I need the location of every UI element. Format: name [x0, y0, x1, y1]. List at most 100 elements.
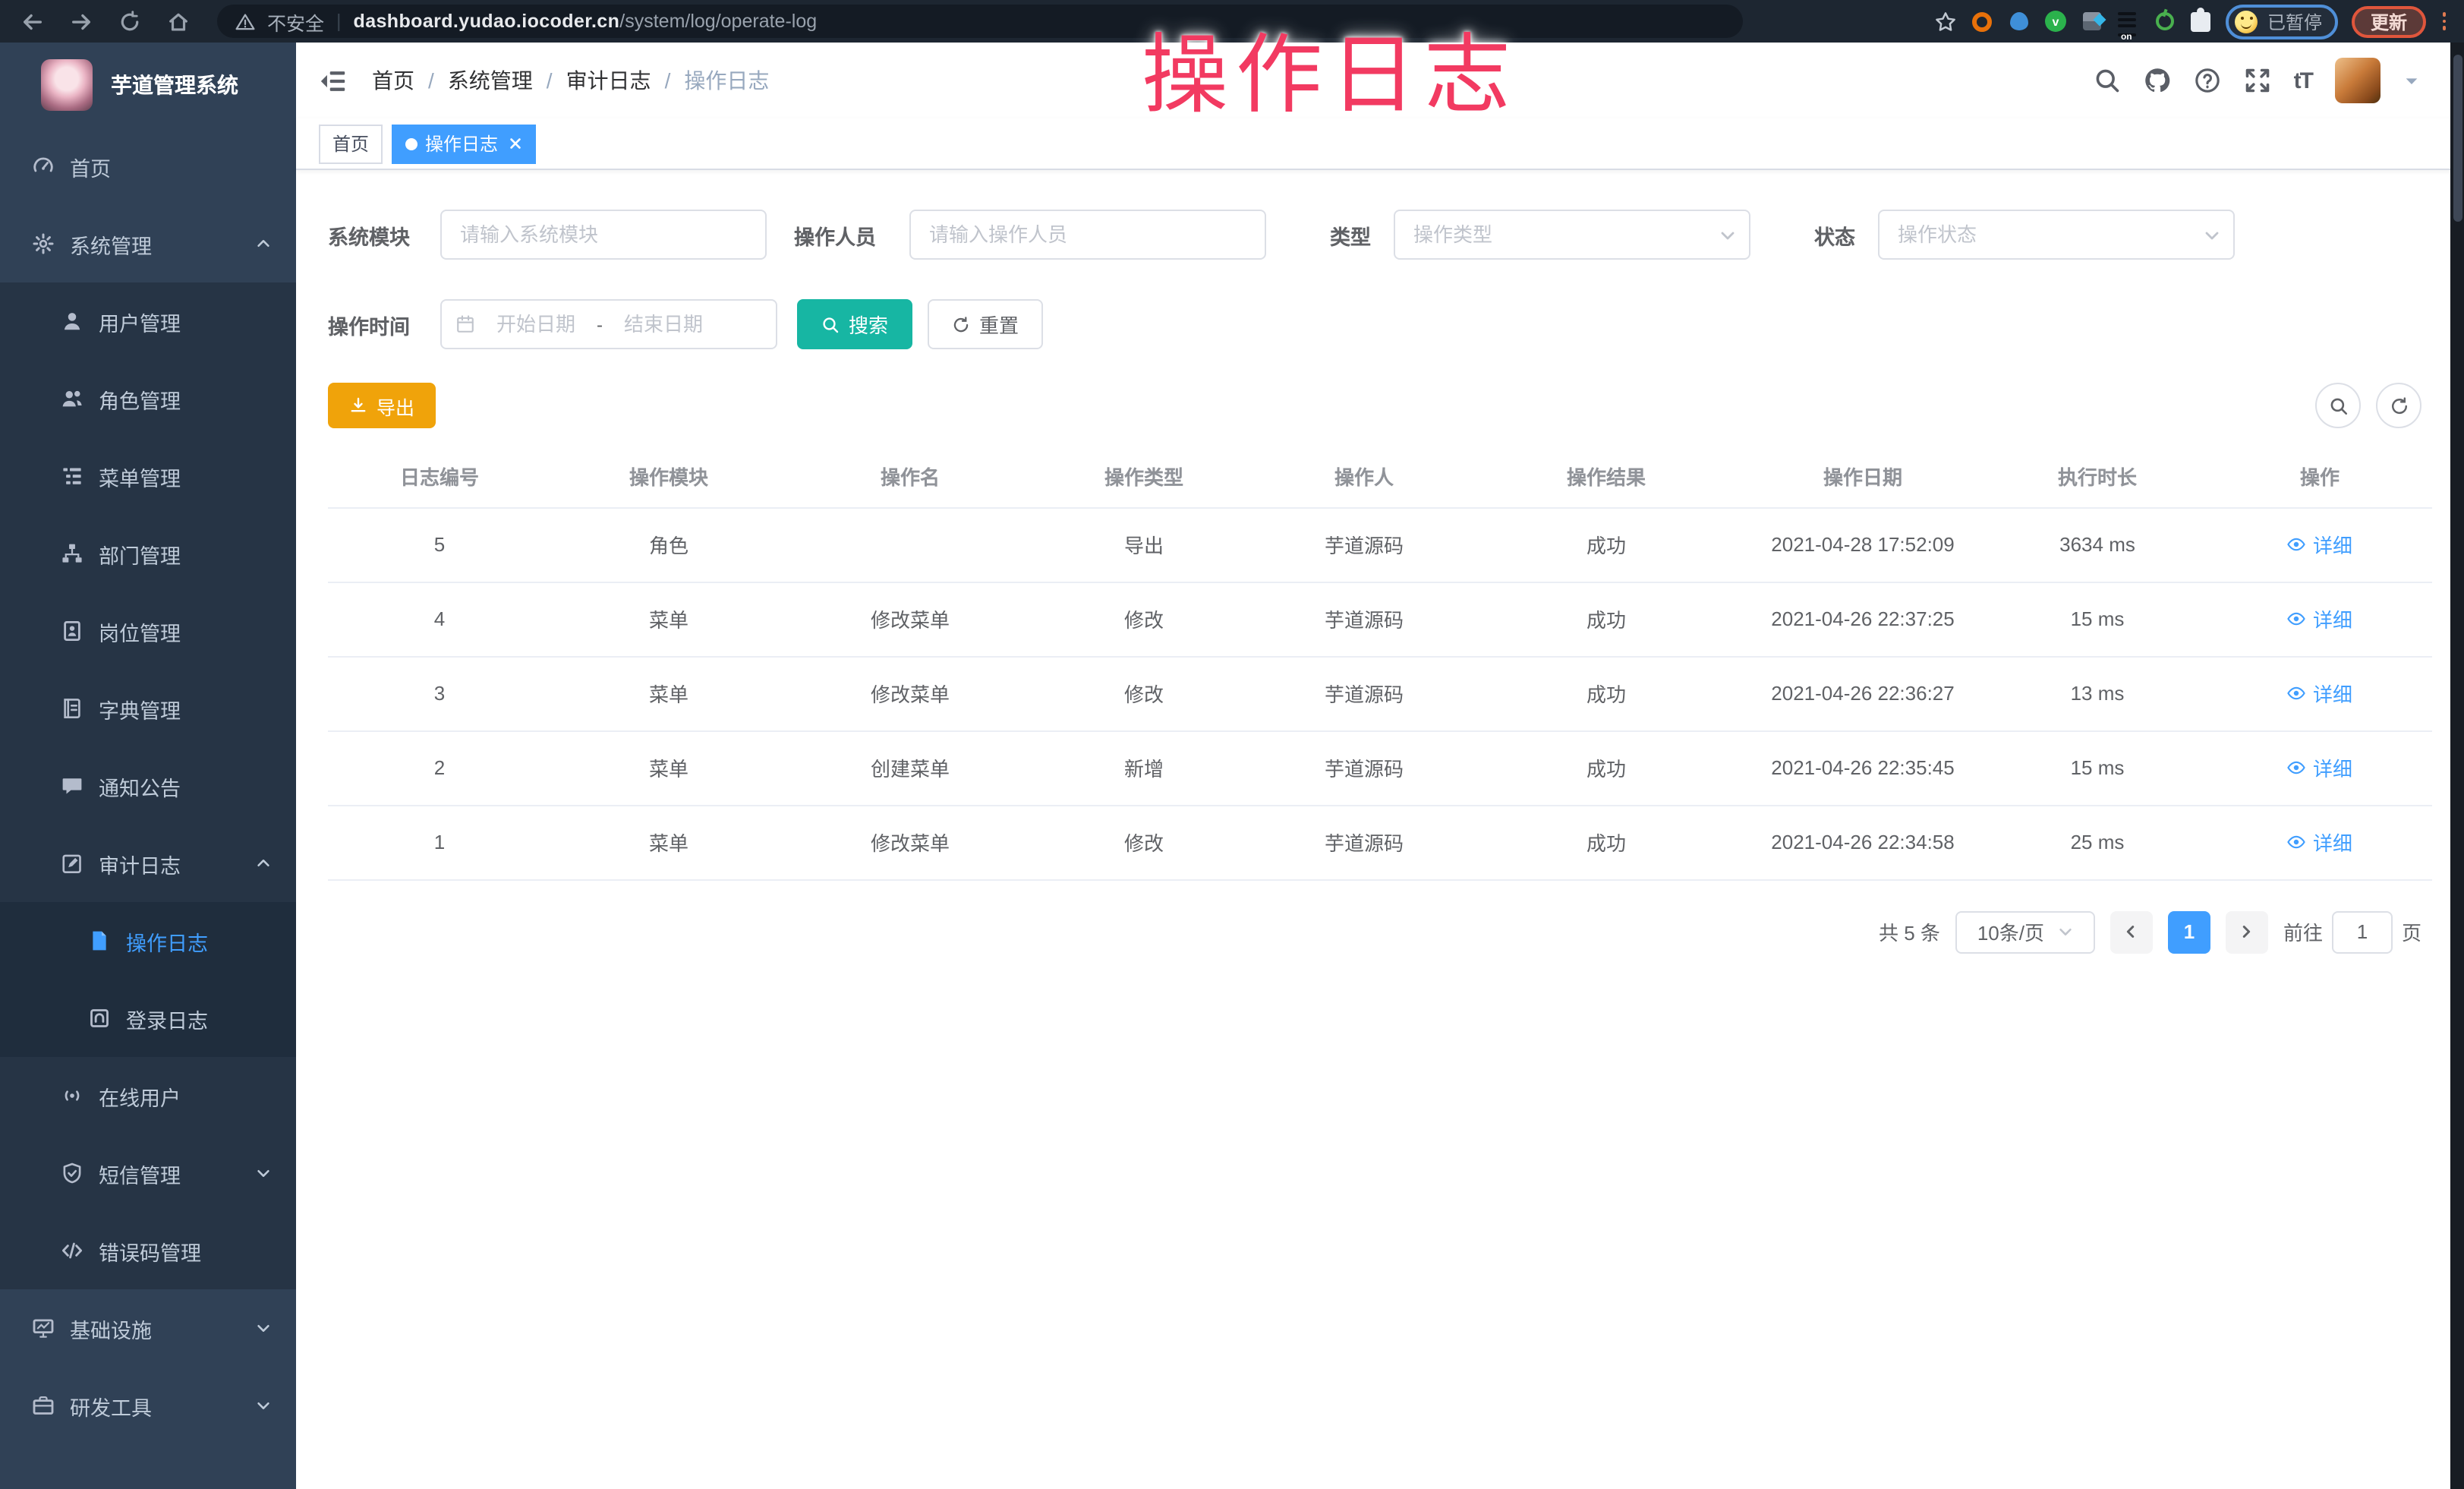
url-path: /system/log/operate-log: [619, 11, 817, 32]
home-icon[interactable]: [167, 10, 190, 33]
sidebar-item-post-management[interactable]: 岗位管理: [0, 592, 296, 670]
sidebar-item-notice[interactable]: 通知公告: [0, 747, 296, 825]
range-separator: -: [597, 314, 603, 335]
back-icon[interactable]: [21, 10, 44, 33]
avatar[interactable]: [2335, 58, 2381, 103]
cell-module: 菜单: [551, 805, 786, 879]
cell-result: 成功: [1474, 730, 1738, 805]
toggle-search-button[interactable]: [2315, 383, 2361, 428]
sidebar-item-operate-log[interactable]: 操作日志: [0, 902, 296, 980]
cell-module: 菜单: [551, 656, 786, 730]
chevron-up-icon: [255, 235, 272, 252]
type-select[interactable]: [1394, 210, 1750, 260]
chevron-up-icon: [255, 855, 272, 872]
export-button[interactable]: 导出: [328, 383, 436, 428]
status-select[interactable]: [1878, 210, 2235, 260]
annotation-overlay: 操作日志: [1142, 6, 1518, 131]
sidebar-item-dev-tools[interactable]: 研发工具: [0, 1367, 296, 1444]
font-size-icon[interactable]: tT: [2294, 68, 2312, 93]
breadcrumb-audit[interactable]: 审计日志: [566, 65, 685, 96]
tag-home[interactable]: 首页: [319, 124, 383, 163]
app-logo-row[interactable]: 芋道管理系统: [0, 43, 296, 128]
magnifier-icon: [2328, 396, 2348, 415]
bookmark-star-icon[interactable]: [1935, 10, 1958, 33]
detail-link[interactable]: 详细: [2287, 753, 2352, 782]
reload-icon[interactable]: [118, 10, 141, 33]
detail-link[interactable]: 详细: [2287, 828, 2352, 856]
refresh-table-button[interactable]: [2376, 383, 2421, 428]
fullscreen-icon[interactable]: [2244, 67, 2271, 94]
eye-icon: [2287, 758, 2307, 778]
emoji-avatar-icon: [2236, 10, 2258, 33]
sidebar-item-sms-management[interactable]: 短信管理: [0, 1134, 296, 1212]
detail-link[interactable]: 详细: [2287, 679, 2352, 708]
table-row: 1 菜单 修改菜单 修改 芋道源码 成功 2021-04-26 22:34:58…: [328, 805, 2432, 879]
sidebar-item-login-log[interactable]: 登录日志: [0, 980, 296, 1057]
page-number-1[interactable]: 1: [2168, 910, 2210, 953]
eye-icon: [2287, 832, 2307, 852]
date-range-picker[interactable]: -: [440, 299, 777, 349]
extension-orange-icon[interactable]: [1971, 10, 1994, 33]
caret-down-icon[interactable]: [2403, 72, 2420, 89]
close-icon[interactable]: [509, 137, 522, 150]
github-icon[interactable]: [2144, 67, 2171, 94]
sidebar-item-dept-management[interactable]: 部门管理: [0, 515, 296, 592]
online-users-icon: [61, 1084, 83, 1107]
reset-button[interactable]: 重置: [928, 299, 1043, 349]
header-date: 操作日期: [1738, 446, 1987, 507]
scrollbar-thumb[interactable]: [2453, 55, 2462, 222]
shield-icon: [61, 1162, 83, 1185]
search-icon[interactable]: [2094, 67, 2121, 94]
filter-row-1: 系统模块 操作人员 类型 状态: [328, 210, 2432, 260]
sidebar-item-role-management[interactable]: 角色管理: [0, 360, 296, 437]
sidebar-item-system-management[interactable]: 系统管理: [0, 205, 296, 282]
goto-page-input[interactable]: [2332, 910, 2393, 953]
operator-input[interactable]: [909, 210, 1266, 260]
detail-link[interactable]: 详细: [2287, 604, 2352, 633]
chevron-down-icon: [2203, 226, 2221, 244]
detail-link[interactable]: 详细: [2287, 530, 2352, 559]
extension-tiles-icon[interactable]: [2081, 10, 2103, 33]
sidebar-fold-icon[interactable]: [319, 66, 348, 95]
update-button[interactable]: 更新: [2352, 5, 2425, 37]
sidebar-item-audit-log[interactable]: 审计日志: [0, 825, 296, 902]
refresh-icon: [952, 315, 970, 333]
page-size-select[interactable]: 10条/页: [1955, 910, 2095, 953]
end-date-input[interactable]: [606, 311, 721, 337]
search-button[interactable]: 搜索: [797, 299, 912, 349]
cell-result: 成功: [1474, 656, 1738, 730]
security-label: 不安全: [267, 7, 324, 36]
prev-page-button[interactable]: [2110, 910, 2153, 953]
sidebar-item-dict-management[interactable]: 字典管理: [0, 670, 296, 747]
breadcrumb-system[interactable]: 系统管理: [448, 65, 566, 96]
operate-log-table: 日志编号 操作模块 操作名 操作类型 操作人 操作结果 操作日期 执行时长 操作…: [328, 446, 2432, 880]
sidebar-item-home[interactable]: 首页: [0, 128, 296, 205]
table-row: 5 角色 导出 芋道源码 成功 2021-04-28 17:52:09 3634…: [328, 507, 2432, 582]
profile-paused-pill[interactable]: 已暂停: [2226, 4, 2339, 39]
browser-menu-icon[interactable]: [2439, 13, 2449, 30]
extensions-puzzle-icon[interactable]: [2190, 10, 2213, 33]
start-date-input[interactable]: [478, 311, 594, 337]
breadcrumb-home[interactable]: 首页: [372, 65, 448, 96]
page-scrollbar[interactable]: [2450, 43, 2464, 1489]
sidebar-item-online-users[interactable]: 在线用户: [0, 1057, 296, 1134]
forward-icon[interactable]: [70, 10, 93, 33]
extension-switch-icon[interactable]: on: [2117, 10, 2140, 33]
header-type: 操作类型: [1034, 446, 1254, 507]
sidebar-item-infrastructure[interactable]: 基础设施: [0, 1289, 296, 1367]
tag-operate-log[interactable]: 操作日志: [392, 124, 536, 163]
user-icon: [61, 310, 83, 333]
sidebar-item-menu-management[interactable]: 菜单管理: [0, 437, 296, 515]
active-dot-icon: [405, 137, 417, 150]
extension-leaf-icon[interactable]: [2154, 10, 2176, 33]
header-actions: 操作: [2207, 446, 2432, 507]
help-icon[interactable]: [2194, 67, 2221, 94]
next-page-button[interactable]: [2226, 910, 2268, 953]
warning-icon: [235, 11, 255, 31]
cell-date: 2021-04-26 22:36:27: [1738, 656, 1987, 730]
extension-drop-icon[interactable]: [2008, 10, 2031, 33]
module-input[interactable]: [440, 210, 767, 260]
sidebar-item-error-code[interactable]: 错误码管理: [0, 1212, 296, 1289]
sidebar-item-user-management[interactable]: 用户管理: [0, 282, 296, 360]
extension-green-icon[interactable]: v: [2044, 10, 2067, 33]
